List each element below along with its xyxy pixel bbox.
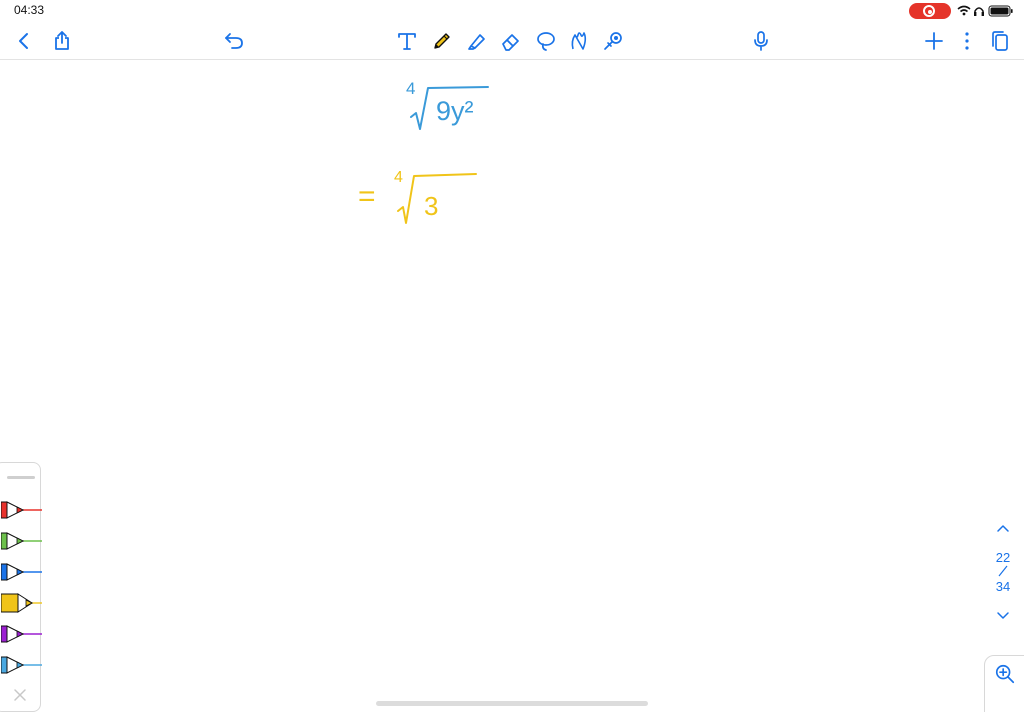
chevron-down-icon[interactable] bbox=[995, 608, 1011, 624]
lasso-icon bbox=[537, 32, 555, 51]
chevron-up-icon[interactable] bbox=[995, 520, 1011, 536]
back-button[interactable] bbox=[9, 26, 39, 56]
highlighter-icon bbox=[468, 34, 485, 50]
blue-radical-expression: 4 9y² bbox=[406, 79, 489, 130]
page-navigator: 22 34 bbox=[988, 518, 1018, 628]
microphone-icon bbox=[754, 31, 768, 51]
radicand: 9y² bbox=[436, 96, 474, 126]
pen-purple[interactable] bbox=[0, 623, 42, 645]
palette-drag-handle[interactable] bbox=[7, 476, 35, 479]
status-bar: 04:33 bbox=[0, 0, 1024, 22]
eraser-tool-button[interactable] bbox=[496, 26, 526, 56]
share-icon bbox=[55, 31, 69, 50]
pen-light-blue[interactable] bbox=[0, 654, 42, 676]
pen-icon bbox=[0, 563, 42, 581]
eraser-icon bbox=[502, 34, 519, 51]
laser-pointer-icon bbox=[604, 32, 622, 50]
pages-icon bbox=[992, 31, 1008, 51]
battery-icon bbox=[988, 5, 1013, 17]
close-icon[interactable] bbox=[12, 687, 28, 703]
zoom-in-icon bbox=[995, 664, 1015, 684]
undo-button[interactable] bbox=[219, 26, 249, 56]
status-icons bbox=[956, 3, 1016, 19]
shape-tool-button[interactable] bbox=[564, 26, 594, 56]
pen-green[interactable] bbox=[0, 530, 42, 552]
lasso-tool-button[interactable] bbox=[531, 26, 561, 56]
text-tool-button[interactable] bbox=[392, 26, 422, 56]
add-button[interactable] bbox=[919, 26, 949, 56]
handwriting-layer: 4 9y² = 4 3 bbox=[358, 79, 489, 224]
current-page-number: 22 bbox=[995, 550, 1011, 565]
radical-index: 4 bbox=[394, 169, 403, 186]
pen-icon bbox=[0, 625, 42, 643]
pen-icon bbox=[0, 593, 42, 613]
more-icon bbox=[965, 32, 969, 50]
pen-icon bbox=[0, 501, 42, 519]
share-button[interactable] bbox=[47, 26, 77, 56]
yellow-radical-expression: = 4 3 bbox=[358, 169, 477, 224]
pen-yellow[interactable] bbox=[0, 592, 42, 614]
pen-red[interactable] bbox=[0, 499, 42, 521]
status-time: 04:33 bbox=[14, 3, 45, 17]
wifi-icon bbox=[957, 5, 971, 16]
text-tool-icon bbox=[398, 33, 416, 50]
radical-index: 4 bbox=[406, 79, 415, 98]
pen-icon bbox=[0, 532, 42, 550]
zoom-button[interactable] bbox=[984, 655, 1024, 712]
more-button[interactable] bbox=[952, 26, 982, 56]
recording-indicator[interactable] bbox=[909, 3, 951, 19]
microphone-button[interactable] bbox=[746, 26, 776, 56]
home-indicator[interactable] bbox=[376, 701, 648, 706]
page-separator bbox=[998, 565, 1008, 577]
pen-blue[interactable] bbox=[0, 561, 42, 583]
add-icon bbox=[925, 32, 943, 50]
pages-button[interactable] bbox=[985, 26, 1015, 56]
undo-icon bbox=[225, 33, 243, 49]
equals-sign: = bbox=[358, 180, 376, 213]
radicand: 3 bbox=[424, 191, 438, 221]
highlighter-tool-button[interactable] bbox=[462, 26, 492, 56]
pen-tool-button[interactable] bbox=[427, 26, 457, 56]
total-page-count: 34 bbox=[995, 579, 1011, 594]
note-canvas[interactable]: 4 9y² = 4 3 bbox=[0, 61, 1024, 712]
toolbar bbox=[0, 22, 1024, 60]
pen-palette bbox=[0, 462, 42, 712]
back-icon bbox=[19, 33, 28, 49]
pen-icon bbox=[434, 33, 450, 49]
shape-icon bbox=[571, 32, 587, 50]
laser-pointer-button[interactable] bbox=[598, 26, 628, 56]
headphones-icon bbox=[974, 7, 984, 16]
pen-icon bbox=[0, 656, 42, 674]
